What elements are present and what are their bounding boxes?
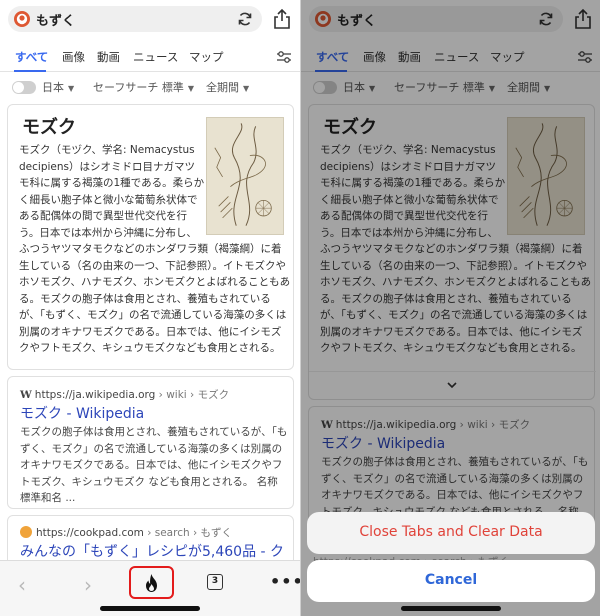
region-select[interactable]: 日本 ▼	[42, 79, 74, 95]
browser-screen-normal: もずく すべて 画像 動画 ニュース マップ 日本 ▼ セーフサーチ 標準 ▼ 全期…	[0, 0, 300, 616]
browser-screen-fire-menu: もずく すべて 画像 動画 ニュース マップ 日本 ▼ セーフサーチ 標準 ▼ 全期…	[300, 0, 600, 616]
home-indicator	[401, 606, 501, 611]
back-button[interactable]: ‹	[18, 573, 26, 597]
cookpad-logo-icon	[20, 526, 32, 538]
result-source-domain: https://cookpad.com	[36, 527, 144, 539]
tab-news[interactable]: ニュース	[133, 49, 178, 65]
time-select[interactable]: 全期間 ▼	[206, 79, 249, 95]
close-tabs-clear-data-label: Close Tabs and Clear Data	[359, 524, 543, 540]
address-bar[interactable]: もずく	[8, 6, 262, 32]
result-source-path: › wiki › モズク	[155, 389, 230, 401]
chevron-down-icon: ▼	[243, 84, 250, 93]
forward-button[interactable]: ›	[84, 573, 92, 597]
tab-images[interactable]: 画像	[62, 49, 85, 65]
knowledge-panel-text: モズク（モヅク、学名: Nemacystus decipiens）はシオミドロ目…	[19, 142, 291, 357]
result-source-domain: https://ja.wikipedia.org	[34, 389, 156, 401]
result-source-path: › search › もずく	[143, 527, 233, 539]
tab-switcher-button[interactable]: 3	[207, 574, 223, 590]
cancel-label: Cancel	[424, 572, 478, 588]
search-result-wikipedia[interactable]: Whttps://ja.wikipedia.org › wiki › モズク モ…	[7, 376, 294, 509]
search-options: 日本 ▼ セーフサーチ 標準 ▼ 全期間 ▼	[0, 72, 300, 102]
knowledge-panel-title: モズク	[22, 117, 76, 138]
share-icon[interactable]	[272, 8, 292, 30]
duckduckgo-logo-icon	[14, 11, 30, 27]
chevron-down-icon: ▼	[187, 84, 194, 93]
search-query: もずく	[36, 14, 76, 29]
safesearch-select[interactable]: セーフサーチ 標準 ▼	[93, 79, 194, 95]
more-menu-button[interactable]: •••	[270, 572, 300, 591]
result-source: Whttps://ja.wikipedia.org › wiki › モズク	[20, 387, 229, 402]
chevron-down-icon: ▼	[68, 84, 75, 93]
wikipedia-w-icon: W	[20, 389, 32, 401]
result-source: https://cookpad.com › search › もずく	[20, 525, 232, 540]
cancel-button[interactable]: Cancel	[307, 560, 595, 602]
home-indicator	[100, 606, 200, 611]
region-label: 日本	[42, 81, 64, 94]
close-tabs-clear-data-button[interactable]: Close Tabs and Clear Data	[307, 512, 595, 554]
settings-sliders-icon[interactable]	[276, 49, 292, 65]
tab-maps[interactable]: マップ	[189, 49, 224, 65]
fire-icon	[146, 574, 157, 592]
time-label: 全期間	[206, 81, 239, 94]
result-title-link[interactable]: みんなの「もずく」レシピが5,460品 - ク	[20, 541, 284, 561]
fire-button[interactable]	[129, 566, 174, 599]
safesearch-label: セーフサーチ 標準	[93, 81, 184, 94]
tab-all[interactable]: すべて	[15, 49, 48, 65]
tab-videos[interactable]: 動画	[97, 49, 120, 65]
result-title-link[interactable]: モズク - Wikipedia	[20, 403, 144, 423]
reload-icon[interactable]	[236, 10, 254, 28]
search-tabs: すべて 画像 動画 ニュース マップ	[0, 40, 300, 72]
result-snippet: モズクの胞子体は食用とされ、養殖もされているが、「もずく、モズク」の名で流通して…	[20, 426, 288, 504]
knowledge-panel: モズク モズク（モヅク、学名: Nemacystus decipiens）はシオ…	[7, 104, 294, 370]
region-toggle[interactable]	[12, 81, 36, 94]
